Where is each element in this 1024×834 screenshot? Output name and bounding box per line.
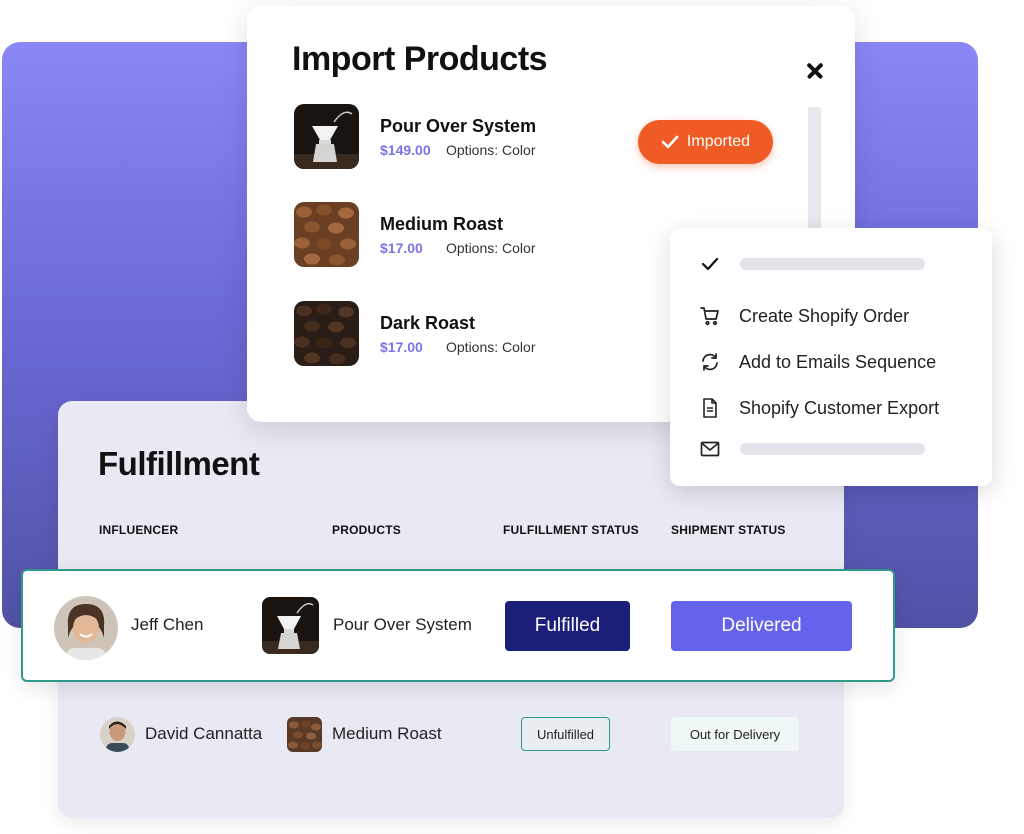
product-options: Options: Color bbox=[446, 142, 536, 158]
product-price: $17.00 bbox=[380, 240, 423, 256]
shipment-status-badge[interactable]: Delivered bbox=[671, 601, 852, 651]
menu-item-add-to-emails-sequence[interactable]: Add to Emails Sequence bbox=[700, 347, 936, 377]
menu-item-label: Add to Emails Sequence bbox=[739, 351, 937, 372]
menu-item-shopify-customer-export[interactable]: Shopify Customer Export bbox=[700, 393, 939, 423]
fulfillment-title: Fulfillment bbox=[98, 445, 260, 482]
influencer-name: Jeff Chen bbox=[131, 615, 204, 634]
column-header-fulfillment-status[interactable]: FULFILLMENT STATUS bbox=[503, 523, 639, 537]
product-thumbnail bbox=[262, 597, 319, 654]
table-row-highlighted[interactable]: Jeff Chen Pour Over System Fulfilled Del… bbox=[21, 569, 895, 682]
imported-label: Imported bbox=[686, 133, 751, 150]
action-menu: Create Shopify Order Add to Emails Seque… bbox=[670, 228, 992, 486]
fulfillment-status-badge[interactable]: Unfulfilled bbox=[521, 717, 610, 751]
product-options: Options: Color bbox=[446, 339, 536, 355]
product-name: Medium Roast bbox=[380, 214, 504, 234]
refresh-icon bbox=[700, 352, 720, 372]
column-header-products[interactable]: PRODUCTS bbox=[332, 523, 401, 537]
imported-button[interactable]: Imported bbox=[638, 120, 773, 164]
product-thumbnail bbox=[294, 301, 359, 366]
menu-item-label: Shopify Customer Export bbox=[739, 397, 940, 418]
scrollbar[interactable] bbox=[808, 107, 821, 235]
product-price: $17.00 bbox=[380, 339, 423, 355]
product-name: Dark Roast bbox=[380, 313, 476, 333]
close-icon[interactable] bbox=[800, 56, 830, 86]
column-header-influencer[interactable]: INFLUENCER bbox=[99, 523, 178, 537]
placeholder-bar bbox=[740, 443, 925, 455]
product-thumbnail bbox=[287, 717, 322, 752]
menu-item-mail[interactable] bbox=[700, 434, 720, 464]
product-name: Pour Over System bbox=[333, 615, 472, 634]
menu-item-check[interactable] bbox=[700, 249, 720, 279]
menu-item-create-shopify-order[interactable]: Create Shopify Order bbox=[700, 301, 909, 331]
product-item[interactable]: Dark Roast $17.00 Options: Color bbox=[294, 301, 714, 367]
avatar bbox=[100, 717, 135, 752]
mail-icon bbox=[700, 439, 720, 459]
product-options: Options: Color bbox=[446, 240, 536, 256]
product-name: Pour Over System bbox=[380, 116, 537, 136]
product-price: $149.00 bbox=[380, 142, 431, 158]
product-thumbnail bbox=[294, 202, 359, 267]
influencer-name: David Cannatta bbox=[145, 724, 263, 743]
check-icon bbox=[700, 254, 720, 274]
product-item[interactable]: Medium Roast $17.00 Options: Color bbox=[294, 202, 714, 268]
check-icon bbox=[661, 135, 679, 149]
column-header-shipment-status[interactable]: SHIPMENT STATUS bbox=[671, 523, 786, 537]
dialog-title: Import Products bbox=[292, 40, 548, 78]
document-icon bbox=[700, 398, 720, 418]
shipment-status-badge[interactable]: Out for Delivery bbox=[671, 717, 799, 751]
placeholder-bar bbox=[740, 258, 925, 270]
product-thumbnail bbox=[294, 104, 359, 169]
avatar bbox=[54, 596, 118, 660]
cart-icon bbox=[700, 306, 720, 326]
menu-item-label: Create Shopify Order bbox=[739, 305, 910, 326]
fulfillment-status-badge[interactable]: Fulfilled bbox=[505, 601, 630, 651]
product-name: Medium Roast bbox=[332, 724, 442, 743]
